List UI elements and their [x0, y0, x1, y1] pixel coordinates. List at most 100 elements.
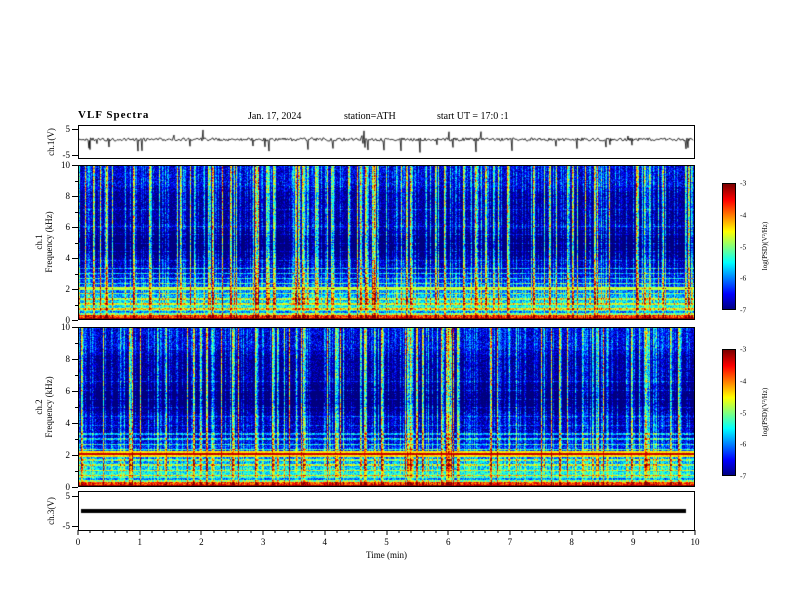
header-start-ut: start UT = 17:0 :1 — [437, 111, 509, 122]
y-tick-label: -3 — [740, 178, 747, 188]
y-tick-mark — [72, 289, 78, 290]
y-tick-label: 8 — [65, 354, 71, 364]
ch1-wave-ytick-labels: 5 -5 — [54, 124, 71, 160]
x-tick-mark — [324, 530, 326, 535]
x-tick-mark — [262, 530, 264, 535]
x-tick-mark — [509, 530, 511, 535]
ch2-spec-axis-label-unit: Frequency (kHz) — [44, 376, 54, 438]
x-tick-mark — [435, 530, 437, 533]
y-tick-mark — [72, 455, 78, 456]
y-tick-mark — [72, 196, 78, 197]
ch1-wave-ytick-marks — [71, 125, 78, 159]
x-tick-mark — [620, 530, 622, 533]
x-tick-mark — [583, 530, 585, 533]
x-tick-marks — [77, 530, 696, 536]
x-tick-label: 0 — [75, 537, 81, 547]
x-tick-label: 2 — [199, 537, 204, 547]
ch2-spectrogram-canvas — [79, 328, 694, 486]
ch1-colorbar-gradient — [723, 184, 735, 309]
x-tick-mark — [361, 530, 363, 533]
x-tick-mark — [139, 530, 141, 535]
x-tick-mark — [386, 530, 387, 535]
ch1-waveform-canvas — [79, 126, 694, 158]
x-tick-mark — [632, 530, 634, 535]
y-tick-mark — [75, 407, 78, 408]
y-tick-label: 10 — [61, 322, 70, 332]
y-tick-mark — [75, 211, 78, 213]
ch1-spec-axis-label-unit: Frequency (kHz) — [44, 211, 54, 273]
y-tick-label: 8 — [65, 191, 71, 201]
y-tick-mark — [72, 391, 78, 392]
x-tick-label: 3 — [260, 537, 266, 547]
x-tick-mark — [126, 530, 128, 533]
y-tick-mark — [75, 273, 78, 275]
y-tick-label: -7 — [740, 305, 747, 315]
ch2-spectrogram-panel — [78, 327, 695, 487]
x-tick-label: 1 — [137, 537, 142, 547]
x-tick-mark — [336, 530, 338, 533]
x-tick-mark — [287, 530, 289, 533]
x-tick-mark — [694, 530, 696, 535]
y-tick-label: 6 — [65, 386, 71, 396]
x-tick-mark — [571, 530, 573, 535]
x-tick-label: 8 — [569, 537, 574, 547]
y-tick-label: 4 — [65, 418, 71, 428]
ch3-wave-ytick-labels: 5 -5 — [54, 491, 71, 531]
ch1-spec-ytick-labels: 10 8 6 4 2 0 — [54, 160, 71, 325]
x-tick-mark — [534, 530, 536, 533]
y-tick-mark — [72, 359, 78, 360]
y-tick-mark — [72, 154, 78, 156]
ch2-colorbar-label-text: log(PSD)(V²/Hz) — [761, 387, 769, 437]
y-tick-mark — [75, 343, 78, 344]
y-tick-mark — [75, 375, 78, 376]
x-tick-label: 4 — [322, 537, 328, 547]
x-tick-mark — [176, 530, 178, 533]
ch2-colorbar-tick-labels: -3 -4 -5 -6 -7 — [740, 345, 760, 481]
y-tick-mark — [75, 242, 78, 244]
y-tick-label: -7 — [740, 471, 747, 481]
x-tick-mark — [274, 530, 276, 533]
x-tick-mark — [595, 530, 597, 533]
x-tick-mark — [521, 530, 523, 533]
y-tick-label: 10 — [61, 160, 70, 170]
y-tick-mark — [75, 180, 78, 182]
ch3-waveform-canvas — [79, 492, 694, 530]
ch1-spectrogram-canvas — [79, 166, 694, 319]
ch1-colorbar — [722, 183, 736, 310]
x-tick-mark — [250, 530, 252, 533]
y-tick-mark — [72, 496, 78, 498]
ch2-spec-axis-label-channel: ch.2 — [34, 399, 44, 415]
x-tick-mark — [410, 530, 412, 533]
y-tick-label: 6 — [65, 222, 71, 232]
y-tick-label: -5 — [62, 149, 71, 160]
y-tick-label: 2 — [65, 284, 71, 294]
x-tick-mark — [669, 530, 671, 533]
y-tick-label: -3 — [740, 344, 747, 354]
x-tick-mark — [299, 530, 301, 533]
x-tick-mark — [423, 530, 425, 533]
x-tick-mark — [682, 530, 684, 533]
x-tick-mark — [460, 530, 462, 533]
x-tick-label: 9 — [631, 537, 636, 547]
ch1-wave-axis-label-text: ch.1(V) — [46, 128, 56, 156]
x-tick-mark — [213, 530, 215, 533]
x-tick-label: 6 — [445, 537, 451, 547]
y-tick-mark — [75, 439, 78, 440]
x-tick-mark — [77, 530, 79, 535]
x-tick-mark — [348, 530, 350, 533]
ch3-wave-axis-label-text: ch.3(V) — [46, 497, 56, 525]
ch1-spec-axis-label-channel: ch.1 — [34, 234, 44, 250]
ch3-waveform-panel — [78, 491, 695, 531]
x-tick-mark — [225, 530, 227, 533]
x-tick-mark — [546, 530, 548, 533]
ch3-wave-ytick-marks — [71, 491, 78, 531]
ch2-colorbar-gradient — [723, 350, 735, 475]
ch2-spec-ytick-marks — [71, 327, 78, 488]
y-tick-label: -5 — [740, 408, 747, 417]
y-tick-label: 2 — [65, 450, 71, 460]
x-tick-label: 10 — [690, 537, 700, 547]
x-tick-mark — [151, 530, 153, 533]
ch1-spec-ytick-marks — [71, 165, 78, 321]
x-tick-mark — [102, 530, 104, 533]
x-tick-mark — [608, 530, 610, 533]
